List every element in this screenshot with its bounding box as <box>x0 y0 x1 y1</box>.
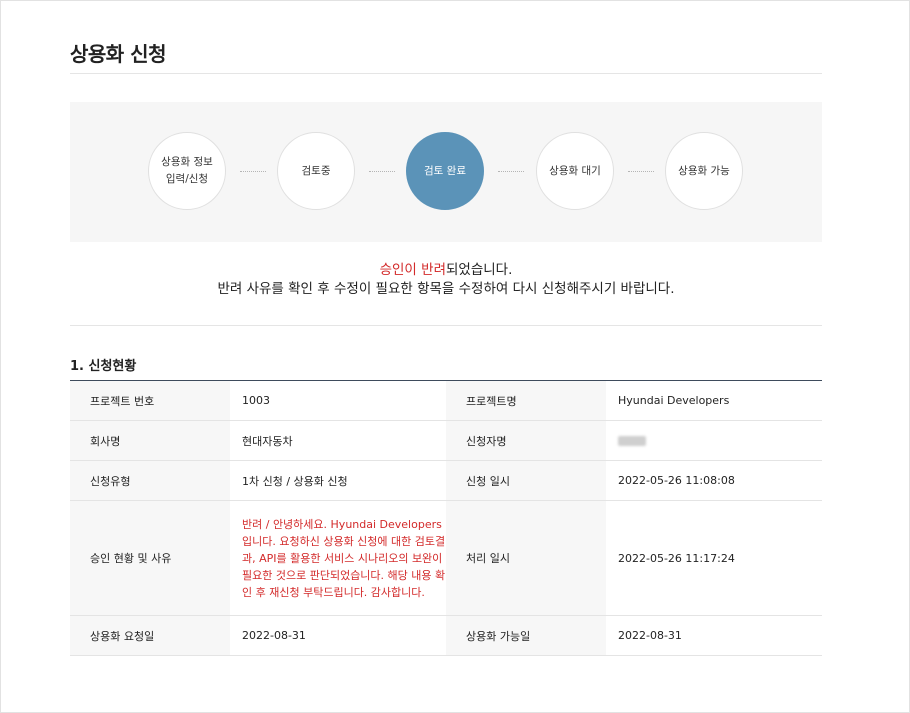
status-notice: 승인이 반려되었습니다. 반려 사유를 확인 후 수정이 필요한 항목을 수정하… <box>70 261 822 299</box>
project-no-label: 프로젝트 번호 <box>70 380 230 421</box>
applicant-label: 신청자명 <box>446 420 606 461</box>
process-date-value: 2022-05-26 11:17:24 <box>606 500 822 616</box>
applicant-value <box>606 420 822 461</box>
application-status-table: 프로젝트 번호 1003 프로젝트명 Hyundai Developers 회사… <box>70 380 822 656</box>
section-title: 1. 신청현황 <box>70 359 137 374</box>
step-commercial-waiting: 상용화 대기 <box>536 132 614 210</box>
step-reviewing: 검토중 <box>277 132 355 210</box>
progress-steps: 상용화 정보 입력/신청 검토중 검토 완료 상용화 대기 상용화 가능 <box>70 102 822 242</box>
step-label: 검토 완료 <box>424 164 466 177</box>
page-title: 상용화 신청 <box>70 42 166 66</box>
type-value: 1차 신청 / 상용화 신청 <box>230 460 446 501</box>
step-connector <box>628 171 654 172</box>
table-row: 신청유형 1차 신청 / 상용화 신청 신청 일시 2022-05-26 11:… <box>70 460 822 501</box>
step-connector <box>240 171 266 172</box>
type-label: 신청유형 <box>70 460 230 501</box>
table-row: 승인 현황 및 사유 반려 / 안녕하세요. Hyundai Developer… <box>70 500 822 616</box>
step-label: 검토중 <box>301 164 331 177</box>
table-row: 프로젝트 번호 1003 프로젝트명 Hyundai Developers <box>70 380 822 421</box>
step-review-complete: 검토 완료 <box>406 132 484 210</box>
step-connector <box>498 171 524 172</box>
apply-date-label: 신청 일시 <box>446 460 606 501</box>
available-date-label: 상용화 가능일 <box>446 615 606 656</box>
process-date-label: 처리 일시 <box>446 500 606 616</box>
project-no-value: 1003 <box>230 380 446 421</box>
table-row: 상용화 요청일 2022-08-31 상용화 가능일 2022-08-31 <box>70 615 822 656</box>
notice-suffix: 되었습니다. <box>446 262 513 278</box>
company-value: 현대자동차 <box>230 420 446 461</box>
step-label: 상용화 정보 입력/신청 <box>161 156 213 185</box>
step-label: 상용화 가능 <box>678 164 730 177</box>
company-label: 회사명 <box>70 420 230 461</box>
step-input-apply: 상용화 정보 입력/신청 <box>148 132 226 210</box>
available-date-value: 2022-08-31 <box>606 615 822 656</box>
request-date-value: 2022-08-31 <box>230 615 446 656</box>
request-date-label: 상용화 요청일 <box>70 615 230 656</box>
notice-line-1: 승인이 반려되었습니다. <box>70 261 822 280</box>
status-reason: 반려 / 안녕하세요. Hyundai Developers 입니다. 요청하신… <box>242 517 446 599</box>
step-commercial-available: 상용화 가능 <box>665 132 743 210</box>
rejection-highlight: 승인이 반려 <box>379 262 446 278</box>
table-row: 회사명 현대자동차 신청자명 <box>70 420 822 461</box>
project-name-value: Hyundai Developers <box>606 380 822 421</box>
apply-date-value: 2022-05-26 11:08:08 <box>606 460 822 501</box>
project-name-label: 프로젝트명 <box>446 380 606 421</box>
notice-line-2: 반려 사유를 확인 후 수정이 필요한 항목을 수정하여 다시 신청해주시기 바… <box>217 281 675 297</box>
step-connector <box>369 171 395 172</box>
notice-divider <box>70 325 822 326</box>
status-reason-cell: 반려 / 안녕하세요. Hyundai Developers 입니다. 요청하신… <box>230 500 446 616</box>
blurred-applicant-name <box>618 436 646 446</box>
step-label: 상용화 대기 <box>549 164 601 177</box>
title-divider <box>70 73 822 74</box>
status-label: 승인 현황 및 사유 <box>70 500 230 616</box>
